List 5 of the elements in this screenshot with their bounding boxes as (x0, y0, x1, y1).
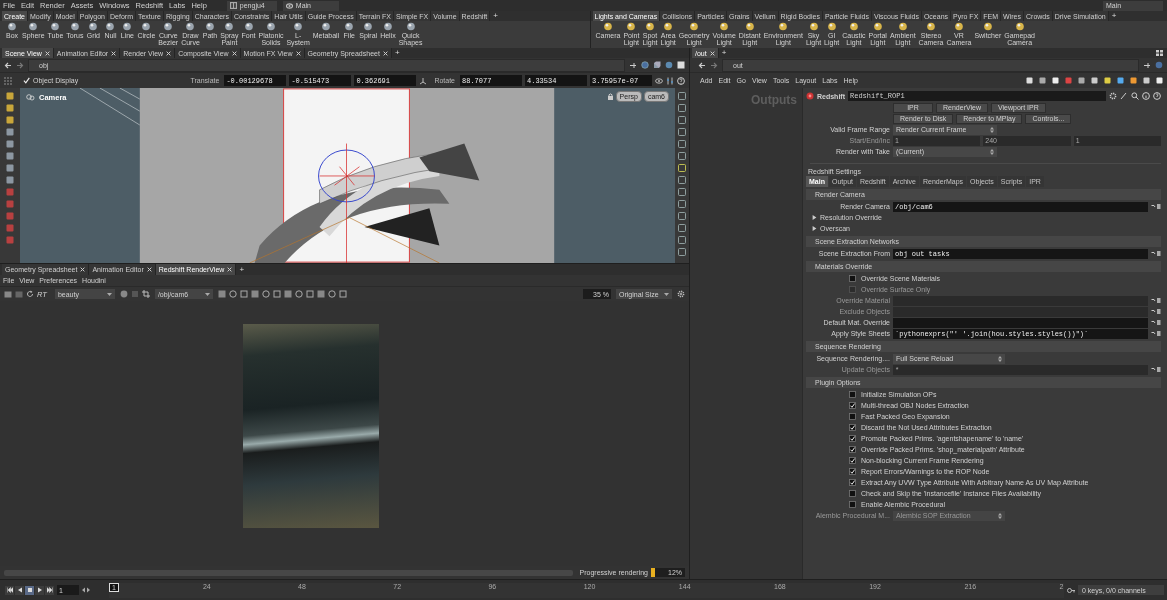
add-tab-button[interactable]: + (236, 264, 248, 275)
add-tab-button[interactable]: + (391, 48, 403, 58)
add-tab-button[interactable]: + (718, 48, 730, 58)
add-shelf-button[interactable]: + (1108, 11, 1120, 21)
add-shelf-button[interactable]: + (490, 11, 501, 21)
